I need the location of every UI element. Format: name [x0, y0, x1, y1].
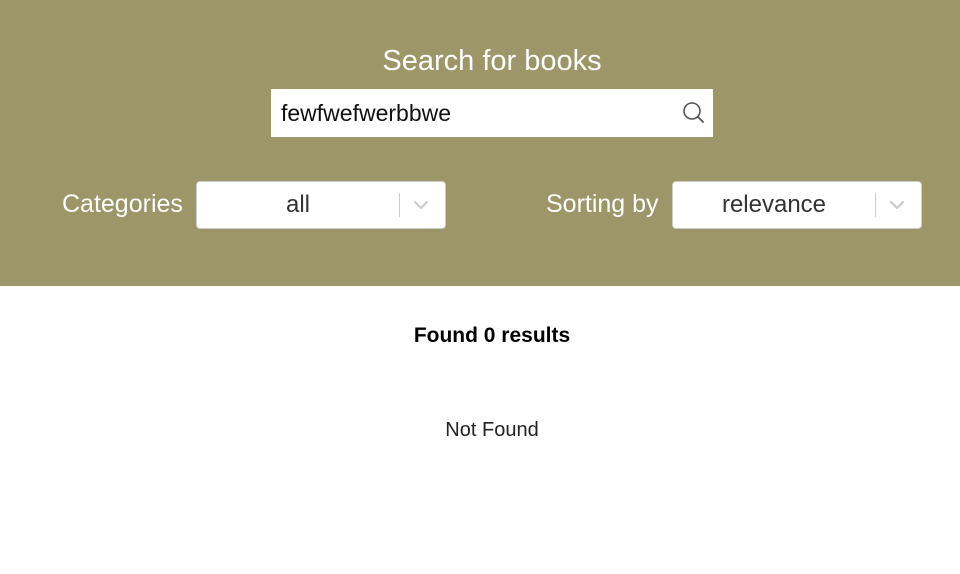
dropdown-separator [399, 193, 400, 217]
sorting-label: Sorting by [546, 190, 659, 218]
sorting-selected-value: relevance [721, 191, 827, 218]
sorting-select[interactable]: relevance [672, 181, 922, 229]
search-header: Search for books Categories all Sorting … [0, 0, 960, 286]
categories-selected-value: all [285, 191, 310, 218]
chevron-down-icon[interactable] [411, 195, 431, 215]
search-input[interactable] [271, 89, 671, 137]
results-count: Found 0 results [413, 324, 571, 347]
page-title: Search for books [382, 45, 602, 77]
chevron-down-icon[interactable] [887, 195, 907, 215]
search-icon[interactable] [681, 100, 707, 126]
categories-select[interactable]: all [196, 181, 446, 229]
dropdown-separator [875, 193, 876, 217]
categories-label: Categories [62, 190, 183, 218]
empty-state-message: Not Found [445, 419, 539, 441]
search-box [271, 89, 713, 137]
